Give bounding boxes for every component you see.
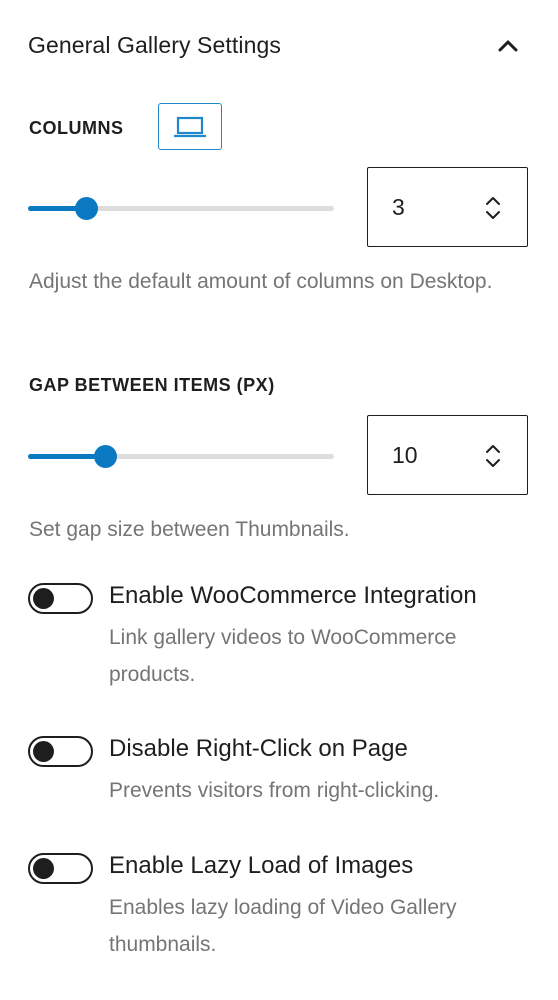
woocommerce-toggle[interactable] — [28, 583, 93, 614]
panel-title: General Gallery Settings — [28, 32, 281, 58]
columns-number-input[interactable]: 3 — [367, 167, 528, 247]
toggle-help-text: Prevents visitors from right-clicking. — [109, 779, 440, 802]
spinner-arrows-icon[interactable] — [483, 192, 503, 224]
columns-slider[interactable] — [28, 194, 334, 222]
toggle-label[interactable]: Enable WooCommerce Integration — [109, 582, 477, 610]
gap-label: GAP BETWEEN ITEMS (PX) — [29, 375, 275, 395]
laptop-icon — [174, 116, 206, 138]
toggle-label[interactable]: Enable Lazy Load of Images — [109, 852, 413, 880]
toggle-knob — [33, 588, 54, 609]
gap-slider[interactable] — [28, 442, 334, 470]
toggle-help-text: Link gallery videos to WooCommerce produ… — [109, 626, 457, 686]
gap-value[interactable]: 10 — [392, 442, 418, 469]
spinner-arrows-icon[interactable] — [483, 440, 503, 472]
columns-value[interactable]: 3 — [392, 194, 405, 221]
right-click-toggle[interactable] — [28, 736, 93, 767]
panel-header[interactable]: General Gallery Settings — [28, 26, 530, 66]
toggle-help-text: Enables lazy loading of Video Gallery th… — [109, 896, 457, 956]
toggle-label[interactable]: Disable Right-Click on Page — [109, 735, 408, 763]
toggle-knob — [33, 741, 54, 762]
columns-label: COLUMNS — [29, 118, 124, 138]
chevron-up-icon[interactable] — [494, 32, 522, 60]
lazy-load-toggle[interactable] — [28, 853, 93, 884]
columns-help-text: Adjust the default amount of columns on … — [29, 270, 493, 293]
slider-thumb[interactable] — [94, 445, 117, 468]
device-toggle-button[interactable] — [158, 103, 222, 150]
gap-number-input[interactable]: 10 — [367, 415, 528, 495]
gap-help-text: Set gap size between Thumbnails. — [29, 518, 350, 541]
slider-thumb[interactable] — [75, 197, 98, 220]
toggle-knob — [33, 858, 54, 879]
